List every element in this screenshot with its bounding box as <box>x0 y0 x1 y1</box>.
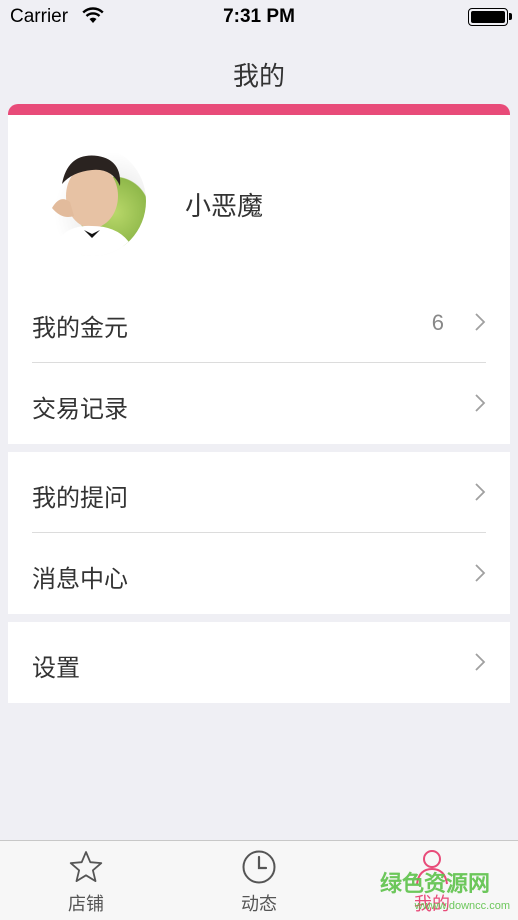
menu-item-gold[interactable]: 我的金元 6 <box>8 282 510 363</box>
status-time: 7:31 PM <box>223 6 295 27</box>
watermark-text: 绿色资源网 <box>380 871 491 896</box>
menu-item-label: 我的金元 <box>32 315 128 342</box>
menu-item-messages[interactable]: 消息中心 <box>8 533 510 614</box>
chevron-right-icon <box>475 564 486 582</box>
tab-label: 动态 <box>241 894 277 914</box>
menu-item-questions[interactable]: 我的提问 <box>8 452 510 533</box>
chevron-right-icon <box>475 313 486 331</box>
status-bar: Carrier 7:31 PM <box>0 0 518 34</box>
menu-item-settings[interactable]: 设置 <box>8 622 510 703</box>
star-icon <box>69 851 103 882</box>
avatar[interactable] <box>40 146 146 256</box>
accent-bar <box>8 104 510 115</box>
menu-item-label: 消息中心 <box>32 566 128 593</box>
clock-icon <box>242 850 276 884</box>
gold-count: 6 <box>431 310 444 335</box>
chevron-right-icon <box>475 394 486 412</box>
menu-item-label: 设置 <box>32 655 80 682</box>
watermark-url: wwww.downcc.com <box>414 900 510 912</box>
page-title: 我的 <box>232 61 285 91</box>
avatar-photo-icon <box>50 155 136 256</box>
chevron-right-icon <box>475 653 486 671</box>
tab-shop[interactable]: 店铺 <box>26 841 146 920</box>
watermark: 绿色资源网 wwww.downcc.com <box>380 866 510 916</box>
menu-item-transactions[interactable]: 交易记录 <box>8 363 510 444</box>
profile-username: 小恶魔 <box>185 191 264 221</box>
battery-icon <box>468 8 512 26</box>
menu-item-label: 我的提问 <box>32 485 128 512</box>
menu-item-label: 交易记录 <box>32 396 128 423</box>
tab-label: 店铺 <box>68 894 104 914</box>
tab-activity[interactable]: 动态 <box>199 841 319 920</box>
chevron-right-icon <box>475 483 486 501</box>
